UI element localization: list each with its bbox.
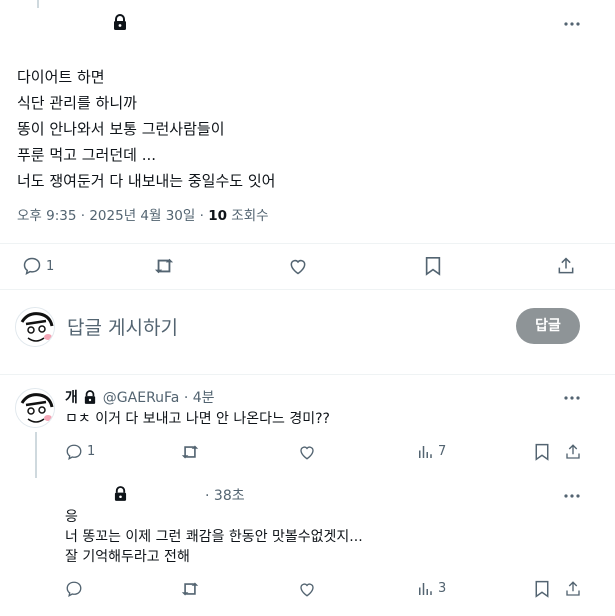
retweet-icon[interactable] xyxy=(153,256,175,276)
like-icon[interactable] xyxy=(298,580,316,598)
divider xyxy=(0,243,615,244)
tweet-line: 똥이 안나와서 보통 그런사람들이 xyxy=(17,120,225,138)
reply-icon[interactable] xyxy=(22,256,42,276)
main-tweet-text: 다이어트 하면 식단 관리를 하니까 똥이 안나와서 보통 그런사람들이 푸룬 … xyxy=(17,64,577,194)
tweet-line: 푸룬 먹고 그러던데 ... xyxy=(17,146,157,164)
bookmark-icon[interactable] xyxy=(534,443,550,461)
tweet-line: 식단 관리를 하니까 xyxy=(17,94,137,112)
views-count: 7 xyxy=(438,444,447,459)
reply-composer-input[interactable]: 답글 게시하기 xyxy=(67,313,178,340)
more-options-icon[interactable] xyxy=(562,486,582,506)
thread-connector-top xyxy=(37,0,39,8)
reply-line: 잘 기억해두라고 전해 xyxy=(65,549,190,565)
reply-time[interactable]: 4분 xyxy=(193,390,215,406)
reply-count: 1 xyxy=(87,444,96,459)
tweet-meta: 오후 9:35 · 2025년 4월 30일 · 10 조회수 xyxy=(17,208,269,224)
views-count: 10 xyxy=(208,208,227,224)
like-icon[interactable] xyxy=(288,256,308,276)
reply-submit-button[interactable]: 답글 xyxy=(516,308,580,344)
share-icon[interactable] xyxy=(556,256,576,276)
reply-line: 너 똥꼬는 이제 그런 쾌감을 한동안 맛볼수없겟지... xyxy=(65,529,363,545)
views-icon[interactable] xyxy=(416,580,434,598)
user-avatar[interactable] xyxy=(15,307,55,347)
bookmark-icon[interactable] xyxy=(534,580,550,598)
lock-icon xyxy=(113,14,127,30)
tweet-line: 너도 쟁여둔거 다 내보내는 중일수도 잇어 xyxy=(17,172,276,190)
tweet-date[interactable]: 2025년 4월 30일 xyxy=(89,208,195,224)
reply-count: 1 xyxy=(46,259,55,274)
tweet-time[interactable]: 오후 9:35 xyxy=(17,208,76,224)
share-icon[interactable] xyxy=(564,580,582,598)
reply-header: 개 @GAERuFa · 4분 xyxy=(65,390,215,406)
reply-text: ㅁㅊ 이거 다 보내고 나면 안 나온다느 경미?? xyxy=(65,411,330,427)
reply-text: 응 너 똥꼬는 이제 그런 쾌감을 한동안 맛볼수없겟지... 잘 기억해두라고… xyxy=(65,507,363,567)
more-options-icon[interactable] xyxy=(562,388,582,408)
reply-time[interactable]: 38초 xyxy=(214,488,245,504)
reply-line: 응 xyxy=(65,509,78,525)
reply-author-avatar[interactable] xyxy=(15,388,55,428)
reply-display-name[interactable]: 개 xyxy=(65,390,78,406)
retweet-icon[interactable] xyxy=(180,580,200,598)
retweet-icon[interactable] xyxy=(180,443,200,461)
reply-time-header: · 38초 xyxy=(205,488,245,504)
reply-icon[interactable] xyxy=(65,580,83,598)
divider xyxy=(0,289,615,290)
lock-icon xyxy=(114,486,127,501)
bookmark-icon[interactable] xyxy=(424,256,442,276)
like-icon[interactable] xyxy=(298,443,316,461)
thread-connector xyxy=(35,432,37,478)
tweet-line: 다이어트 하면 xyxy=(17,68,105,86)
more-options-icon[interactable] xyxy=(562,14,582,34)
lock-icon xyxy=(84,390,96,404)
share-icon[interactable] xyxy=(564,443,582,461)
views-label: 조회수 xyxy=(231,208,269,224)
views-count: 3 xyxy=(438,581,447,596)
divider xyxy=(0,374,615,375)
views-icon[interactable] xyxy=(416,443,434,461)
reply-icon[interactable] xyxy=(65,443,83,461)
reply-handle[interactable]: @GAERuFa xyxy=(103,390,180,406)
